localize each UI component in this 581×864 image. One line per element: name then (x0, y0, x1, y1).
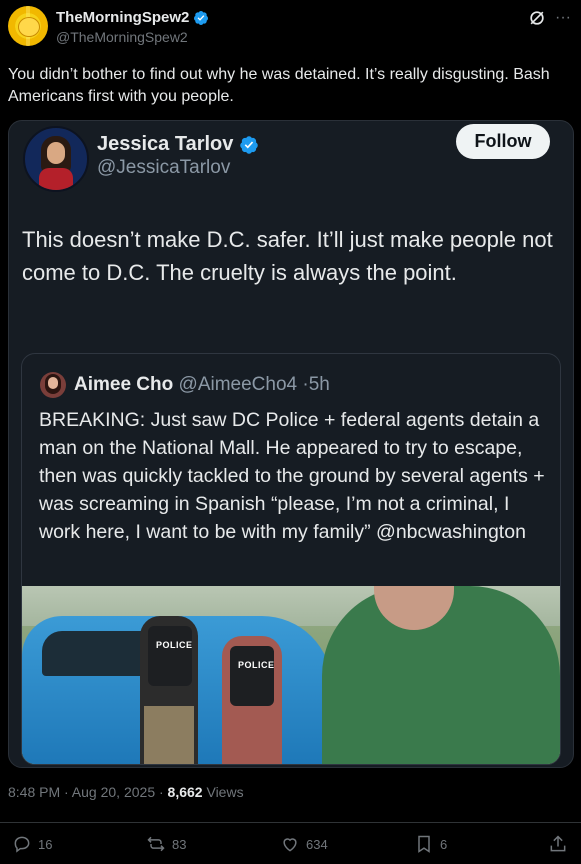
share-icon (550, 835, 566, 852)
like-button[interactable]: 634 (280, 834, 328, 854)
bookmark-button[interactable]: 6 (414, 834, 447, 854)
repost-icon (147, 836, 165, 852)
avatar-face (47, 142, 65, 164)
photo-police-label: POLICE (238, 660, 275, 670)
views-label: Views (202, 784, 244, 800)
embedded-author-name: Jessica Tarlov (97, 133, 234, 155)
reply-button[interactable]: 16 (12, 834, 52, 854)
quoted-photo: POLICE POLICE (22, 586, 560, 764)
repost-count: 83 (172, 836, 187, 852)
sun-face-decoration (18, 17, 40, 37)
verified-badge-icon (194, 10, 209, 25)
grok-icon[interactable] (527, 8, 547, 28)
avatar-body (39, 168, 73, 190)
author-name[interactable]: TheMorningSpew2 (56, 9, 189, 26)
author-name-row[interactable]: TheMorningSpew2 (56, 9, 209, 26)
views-count: 8,662 (167, 784, 203, 800)
embedded-image[interactable]: Jessica Tarlov @JessicaTarlov Follow Thi… (8, 120, 574, 768)
photo-pants (144, 706, 194, 764)
bookmark-icon (418, 835, 430, 853)
like-count: 634 (306, 836, 328, 852)
share-button[interactable] (548, 834, 568, 854)
reply-count: 16 (38, 836, 53, 852)
aimee-cho-avatar (40, 372, 66, 398)
embedded-tweet-text: This doesn’t make D.C. safer. It’ll just… (22, 227, 553, 285)
embedded-author-name-row: Jessica Tarlov (97, 133, 259, 156)
quoted-author-name: Aimee Cho (74, 374, 174, 395)
verified-badge-icon (240, 135, 259, 154)
avatar-face (48, 377, 58, 389)
photo-vest: POLICE (148, 626, 192, 686)
embedded-author-handle: @JessicaTarlov (97, 157, 231, 178)
tweet-text: You didn’t bother to find out why he was… (8, 66, 550, 105)
photo-vest-label: POLICE (156, 640, 193, 650)
reply-icon (14, 836, 30, 853)
quoted-author-line: Aimee Cho @AimeeCho4 ·5h (74, 374, 330, 396)
bookmark-count: 6 (440, 836, 448, 852)
quoted-tweet: Aimee Cho @AimeeCho4 ·5h BREAKING: Just … (21, 353, 561, 765)
author-avatar[interactable] (8, 6, 48, 46)
tweet-timestamp[interactable]: 8:48 PM · Aug 20, 2025 · (8, 784, 168, 800)
photo-agent-left: POLICE (140, 616, 198, 764)
quoted-time: 5h (308, 374, 330, 395)
quoted-tweet-text: BREAKING: Just saw DC Police + federal a… (39, 409, 545, 543)
actions-divider (0, 822, 581, 823)
repost-button[interactable]: 83 (146, 834, 186, 854)
author-handle[interactable]: @TheMorningSpew2 (56, 29, 188, 45)
follow-button: Follow (456, 124, 550, 159)
photo-police-officer: POLICE (222, 636, 282, 764)
tweet-meta: 8:48 PM · Aug 20, 2025 · 8,662 Views (8, 784, 244, 800)
photo-police-vest: POLICE (230, 646, 274, 706)
more-options-icon[interactable]: ··· (553, 8, 573, 28)
heart-icon (283, 838, 297, 852)
jessica-tarlov-avatar (23, 126, 89, 192)
quoted-author-handle: @AimeeCho4 (178, 374, 298, 395)
